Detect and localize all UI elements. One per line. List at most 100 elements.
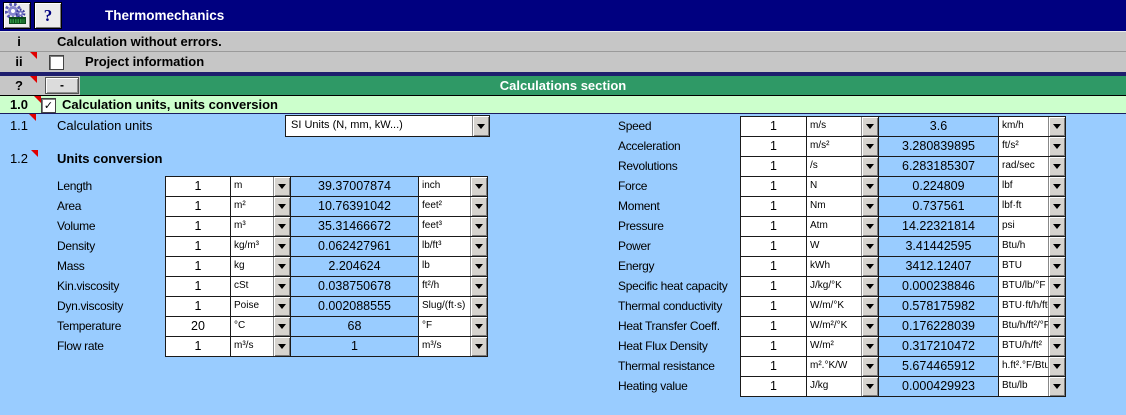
unit-conversion-row: Specific heat capacity 1 J/kg/°K 0.00023… — [0, 276, 1126, 296]
output-unit-select[interactable]: lbf·ft — [998, 196, 1066, 217]
output-value-field: 5.674465912 — [878, 356, 999, 377]
dropdown-arrow-icon[interactable] — [861, 377, 878, 396]
input-value-field[interactable]: 1 — [740, 316, 807, 337]
output-unit-select[interactable]: BTU/lb/°F — [998, 276, 1066, 297]
input-unit-select[interactable]: m².°K/W — [806, 356, 879, 377]
input-unit-select[interactable]: W/m²/°K — [806, 316, 879, 337]
output-value-field: 3412.12407 — [878, 256, 999, 277]
input-unit-select[interactable]: /s — [806, 156, 879, 177]
input-value-field[interactable]: 1 — [740, 156, 807, 177]
input-unit-select[interactable]: m/s² — [806, 136, 879, 157]
comment-marker-icon — [30, 52, 37, 59]
units-section-checkbox[interactable]: ✓ — [41, 98, 56, 113]
input-value-field[interactable]: 1 — [740, 116, 807, 137]
output-value-field: 14.22321814 — [878, 216, 999, 237]
dropdown-arrow-icon[interactable] — [861, 317, 878, 336]
output-unit-select[interactable]: ft/s² — [998, 136, 1066, 157]
quantity-label: Force — [618, 176, 739, 196]
dropdown-arrow-icon[interactable] — [861, 357, 878, 376]
dropdown-arrow-icon[interactable] — [1048, 157, 1065, 176]
input-value-field[interactable]: 1 — [740, 236, 807, 257]
input-value-field[interactable]: 1 — [740, 376, 807, 397]
input-value-field[interactable]: 1 — [740, 276, 807, 297]
dropdown-arrow-icon[interactable] — [861, 137, 878, 156]
input-unit-value: m/s² — [807, 137, 861, 156]
input-value-field[interactable]: 1 — [740, 356, 807, 377]
dropdown-arrow-icon[interactable] — [861, 157, 878, 176]
dropdown-arrow-icon[interactable] — [861, 217, 878, 236]
input-unit-select[interactable]: m/s — [806, 116, 879, 137]
input-value-field[interactable]: 1 — [740, 136, 807, 157]
dropdown-arrow-icon[interactable] — [1048, 277, 1065, 296]
input-value-field[interactable]: 1 — [740, 176, 807, 197]
output-value-field: 3.6 — [878, 116, 999, 137]
dropdown-arrow-icon[interactable] — [861, 197, 878, 216]
dropdown-arrow-icon[interactable] — [861, 237, 878, 256]
quantity-label: Moment — [618, 196, 739, 216]
output-value-field: 0.578175982 — [878, 296, 999, 317]
dropdown-arrow-icon[interactable] — [1048, 117, 1065, 136]
quantity-label: Pressure — [618, 216, 739, 236]
input-unit-select[interactable]: W/m/°K — [806, 296, 879, 317]
dropdown-arrow-icon[interactable] — [861, 117, 878, 136]
input-unit-select[interactable]: kWh — [806, 256, 879, 277]
dropdown-arrow-icon[interactable] — [1048, 197, 1065, 216]
dropdown-arrow-icon[interactable] — [861, 257, 878, 276]
dropdown-arrow-icon[interactable] — [861, 277, 878, 296]
dropdown-arrow-icon[interactable] — [1048, 237, 1065, 256]
input-unit-select[interactable]: W/m² — [806, 336, 879, 357]
output-value-field: 0.000429923 — [878, 376, 999, 397]
input-unit-select[interactable]: W — [806, 236, 879, 257]
section-header-title: Calculations section — [0, 76, 1126, 95]
dropdown-arrow-icon[interactable] — [861, 297, 878, 316]
dropdown-arrow-icon[interactable] — [1048, 137, 1065, 156]
output-value-field: 0.737561 — [878, 196, 999, 217]
input-unit-select[interactable]: J/kg — [806, 376, 879, 397]
unit-conversion-row: Revolutions 1 /s 6.283185307 rad/sec — [0, 156, 1126, 176]
dropdown-arrow-icon[interactable] — [861, 177, 878, 196]
dropdown-arrow-icon[interactable] — [1048, 257, 1065, 276]
quantity-label: Heating value — [618, 376, 739, 396]
project-info-checkbox[interactable] — [49, 55, 64, 70]
quantity-label: Revolutions — [618, 156, 739, 176]
input-unit-value: Atm — [807, 217, 861, 236]
dropdown-arrow-icon[interactable] — [861, 337, 878, 356]
output-unit-select[interactable]: lbf — [998, 176, 1066, 197]
help-button[interactable]: ? — [34, 2, 62, 29]
output-value-field: 3.41442595 — [878, 236, 999, 257]
input-value-field[interactable]: 1 — [740, 336, 807, 357]
input-value-field[interactable]: 1 — [740, 216, 807, 237]
output-unit-select[interactable]: h.ft².°F/Btu — [998, 356, 1066, 377]
output-unit-select[interactable]: BTU — [998, 256, 1066, 277]
output-unit-select[interactable]: rad/sec — [998, 156, 1066, 177]
output-unit-select[interactable]: BTU·ft/h/ft²/°F — [998, 296, 1066, 317]
dropdown-arrow-icon[interactable] — [1048, 357, 1065, 376]
quantity-label: Power — [618, 236, 739, 256]
output-unit-select[interactable]: psi — [998, 216, 1066, 237]
input-value-field[interactable]: 1 — [740, 296, 807, 317]
input-unit-select[interactable]: Atm — [806, 216, 879, 237]
quantity-label: Thermal resistance — [618, 356, 739, 376]
input-unit-select[interactable]: N — [806, 176, 879, 197]
dropdown-arrow-icon[interactable] — [1048, 217, 1065, 236]
input-unit-select[interactable]: Nm — [806, 196, 879, 217]
input-value-field[interactable]: 1 — [740, 196, 807, 217]
comment-marker-icon — [31, 150, 38, 157]
dropdown-arrow-icon[interactable] — [1048, 177, 1065, 196]
output-unit-select[interactable]: km/h — [998, 116, 1066, 137]
unit-conversion-row: Speed 1 m/s 3.6 km/h — [0, 116, 1126, 136]
input-value-field[interactable]: 1 — [740, 256, 807, 277]
dropdown-arrow-icon[interactable] — [1048, 377, 1065, 396]
mitcalc-logo-button[interactable] — [3, 2, 31, 29]
output-unit-select[interactable]: BTU/h/ft² — [998, 336, 1066, 357]
output-value-field: 6.283185307 — [878, 156, 999, 177]
output-unit-select[interactable]: Btu/lb — [998, 376, 1066, 397]
output-unit-value: Btu/h/ft²/°F — [999, 317, 1048, 336]
quantity-label: Heat Flux Density — [618, 336, 739, 356]
dropdown-arrow-icon[interactable] — [1048, 337, 1065, 356]
output-unit-select[interactable]: Btu/h — [998, 236, 1066, 257]
input-unit-select[interactable]: J/kg/°K — [806, 276, 879, 297]
dropdown-arrow-icon[interactable] — [1048, 297, 1065, 316]
dropdown-arrow-icon[interactable] — [1048, 317, 1065, 336]
output-unit-select[interactable]: Btu/h/ft²/°F — [998, 316, 1066, 337]
